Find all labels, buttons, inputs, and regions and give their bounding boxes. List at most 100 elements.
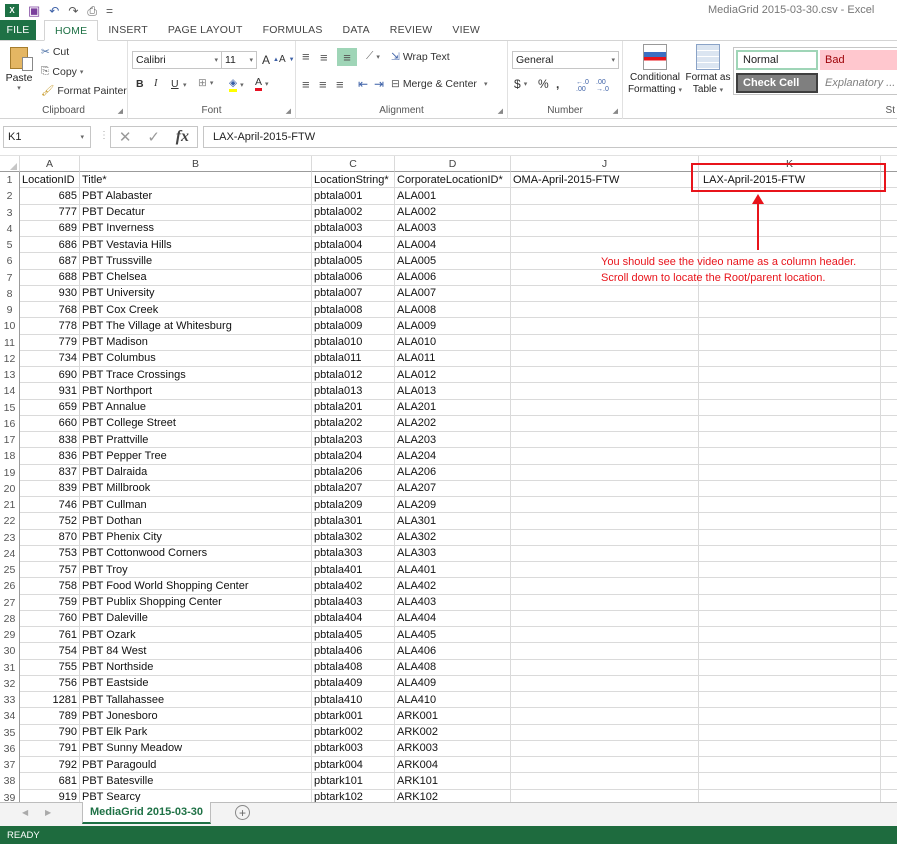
cell-location-id[interactable]: 1281 (20, 692, 80, 709)
name-box[interactable]: K1 ▾ (3, 126, 91, 148)
cell-location-id[interactable]: 779 (20, 334, 80, 351)
cell-corporate-location-id[interactable]: ALA202 (395, 415, 511, 432)
style-bad[interactable]: Bad (820, 50, 897, 70)
cell-oma-april-2015-ftw[interactable] (511, 578, 699, 595)
cell-title[interactable]: PBT The Village at Whitesburg (80, 318, 312, 335)
formula-input[interactable]: LAX-April-2015-FTW (203, 126, 897, 148)
cell-title[interactable]: PBT Eastside (80, 675, 312, 692)
cell-title[interactable]: PBT Tallahassee (80, 692, 312, 709)
cell-column-l[interactable] (881, 708, 897, 725)
cell-title[interactable]: PBT Vestavia Hills (80, 237, 312, 254)
cell-column-l[interactable] (881, 595, 897, 611)
cell-lax-april-2015-ftw[interactable] (699, 480, 881, 497)
cell-corporate-location-id[interactable]: ALA303 (395, 545, 511, 562)
cell-location-string[interactable]: pbtala404 (312, 610, 395, 627)
align-left-button[interactable]: ≡ (302, 77, 310, 92)
cell-location-string[interactable]: pbtala002 (312, 204, 395, 221)
tab-page-layout[interactable]: PAGE LAYOUT (158, 20, 253, 40)
cell-location-string[interactable]: pbtala405 (312, 627, 395, 644)
align-center-button[interactable]: ≡ (319, 77, 327, 92)
cell-column-l[interactable] (881, 302, 897, 319)
cell-title[interactable]: PBT Trussville (80, 253, 312, 270)
cell-location-string[interactable]: pbtala403 (312, 594, 395, 611)
cell-corporate-location-id[interactable]: ARK001 (395, 708, 511, 725)
cell-lax-april-2015-ftw[interactable] (699, 399, 881, 416)
row-header[interactable]: 33 (0, 692, 20, 709)
cell-location-string[interactable]: pbtala408 (312, 659, 395, 676)
cell-lax-april-2015-ftw[interactable] (699, 334, 881, 351)
cell-oma-april-2015-ftw[interactable] (511, 334, 699, 351)
row-header[interactable]: 11 (0, 334, 20, 351)
cell-corporate-location-id[interactable]: ALA404 (395, 610, 511, 627)
currency-button[interactable]: $ ▾ (514, 77, 527, 91)
cell-corporate-location-id[interactable]: ALA009 (395, 318, 511, 335)
cell-lax-april-2015-ftw[interactable] (699, 594, 881, 611)
column-header-j[interactable]: J (511, 156, 699, 172)
conditional-formatting-button[interactable]: Conditional Formatting ▾ (626, 44, 684, 97)
cell-title[interactable]: PBT Sunny Meadow (80, 740, 312, 757)
cell-location-id[interactable]: 870 (20, 529, 80, 546)
row-header[interactable]: 29 (0, 627, 20, 644)
cell-corporate-location-id[interactable]: ALA207 (395, 480, 511, 497)
style-explanatory[interactable]: Explanatory ... (820, 73, 897, 93)
row-header[interactable]: 23 (0, 529, 20, 546)
enter-icon[interactable]: ✓ (147, 128, 160, 146)
cell-corporate-location-id[interactable]: ALA006 (395, 269, 511, 286)
cell-location-id[interactable]: 752 (20, 513, 80, 530)
cell-location-id[interactable]: 659 (20, 399, 80, 416)
row-header[interactable]: 28 (0, 610, 20, 627)
cell-lax-april-2015-ftw[interactable] (699, 204, 881, 221)
cell-location-string[interactable]: pbtala009 (312, 318, 395, 335)
cell-lax-april-2015-ftw[interactable] (699, 757, 881, 774)
top-align-button[interactable]: ≡ (302, 49, 310, 64)
cell-location-string[interactable]: pbtala202 (312, 415, 395, 432)
cell-lax-april-2015-ftw[interactable] (699, 643, 881, 660)
cell-column-l[interactable] (881, 318, 897, 335)
cell-oma-april-2015-ftw[interactable] (511, 610, 699, 627)
cell-column-l[interactable] (881, 481, 897, 497)
cell-column-l[interactable] (881, 725, 897, 741)
cell-location-id[interactable]: 837 (20, 464, 80, 481)
cell-oma-april-2015-ftw[interactable] (511, 513, 699, 530)
cell-lax-april-2015-ftw[interactable] (699, 610, 881, 627)
cell-title[interactable]: PBT Inverness (80, 220, 312, 237)
comma-button[interactable]: , (556, 77, 559, 91)
row-header[interactable]: 3 (0, 204, 20, 221)
cell-lax-april-2015-ftw[interactable] (699, 302, 881, 319)
row-header[interactable]: 36 (0, 740, 20, 757)
cell-location-string[interactable]: pbtala302 (312, 529, 395, 546)
row-header[interactable]: 35 (0, 724, 20, 741)
cell-oma-april-2015-ftw[interactable] (511, 237, 699, 254)
cell-oma-april-2015-ftw[interactable] (511, 659, 699, 676)
font-size-dropdown[interactable]: 11 ▾ (221, 51, 257, 69)
column-header-d[interactable]: D (395, 156, 511, 172)
row-header[interactable]: 22 (0, 513, 20, 530)
cell-location-id[interactable]: 686 (20, 237, 80, 254)
cell-location-id[interactable]: 836 (20, 448, 80, 465)
cell-location-id[interactable]: 761 (20, 627, 80, 644)
cell-title[interactable]: PBT Troy (80, 562, 312, 579)
cell-location-id[interactable]: 760 (20, 610, 80, 627)
cell-column-l[interactable] (881, 383, 897, 400)
cell-location-string[interactable]: pbtala301 (312, 513, 395, 530)
cell-location-string[interactable]: pbtala303 (312, 545, 395, 562)
cell-location-string[interactable]: pbtala209 (312, 497, 395, 514)
font-name-dropdown[interactable]: Calibri ▾ (132, 51, 222, 69)
decrease-indent-button[interactable]: ⇤ (358, 77, 368, 91)
cell-column-l[interactable] (881, 351, 897, 367)
cell-column-l[interactable] (881, 611, 897, 627)
cell-oma-april-2015-ftw[interactable] (511, 692, 699, 709)
borders-button[interactable]: ⊞ ▾ (198, 77, 213, 89)
cell-oma-april-2015-ftw[interactable] (511, 350, 699, 367)
cell-oma-april-2015-ftw[interactable] (511, 188, 699, 205)
cell-corporate-location-id[interactable]: ALA002 (395, 204, 511, 221)
cell-corporate-location-id[interactable]: ALA001 (395, 188, 511, 205)
cell-location-id[interactable]: 792 (20, 757, 80, 774)
cell-title[interactable]: PBT Ozark (80, 627, 312, 644)
cell-corporate-location-id[interactable]: ALA302 (395, 529, 511, 546)
cell-corporate-location-id[interactable]: ALA007 (395, 285, 511, 302)
cell-corporate-location-id[interactable]: ALA004 (395, 237, 511, 254)
cell-lax-april-2015-ftw[interactable] (699, 773, 881, 790)
row-header[interactable]: 27 (0, 594, 20, 611)
cell-location-string[interactable]: pbtala401 (312, 562, 395, 579)
